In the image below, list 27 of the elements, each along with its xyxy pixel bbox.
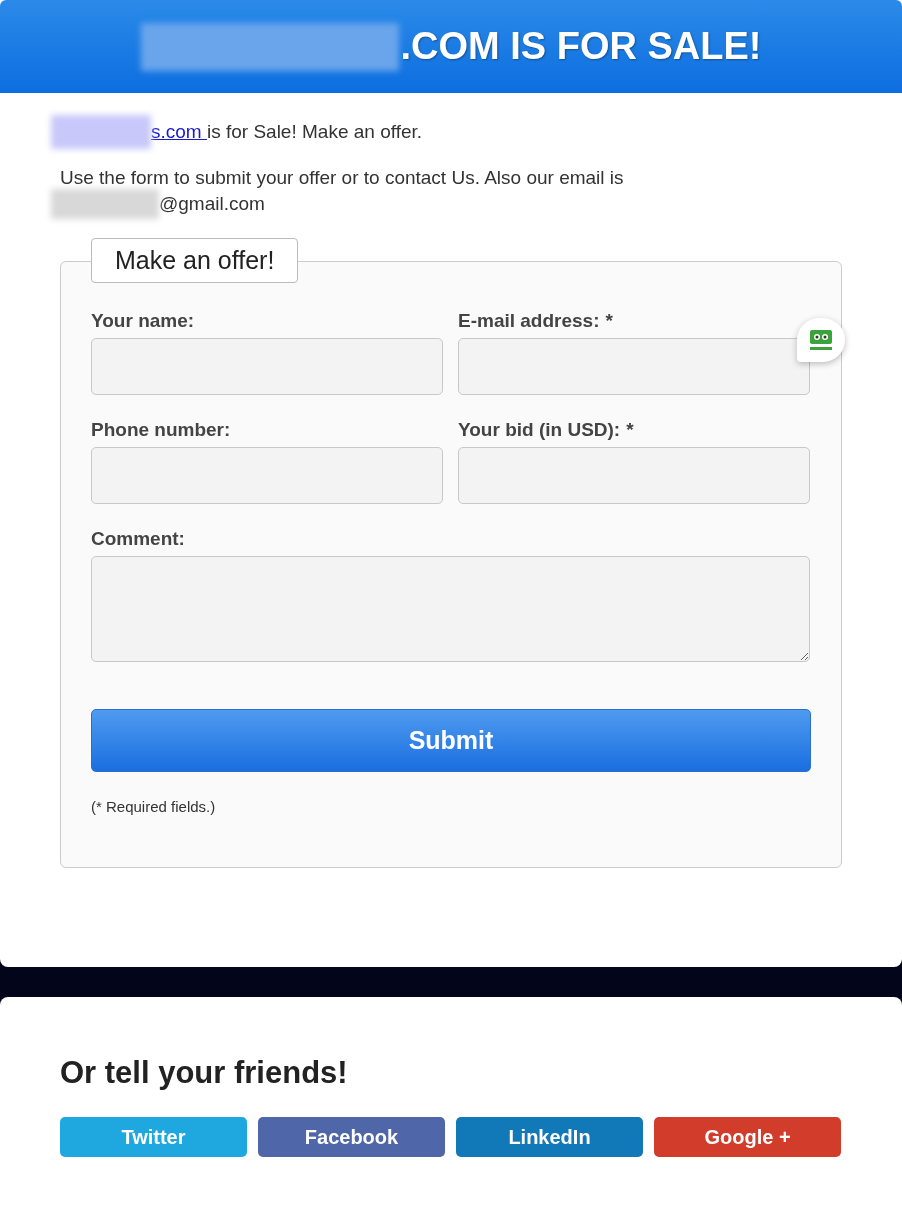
- submit-button[interactable]: Submit: [91, 709, 811, 772]
- field-label: E-mail address:: [458, 310, 600, 332]
- comment-field[interactable]: [91, 556, 810, 662]
- required-mark: *: [626, 419, 634, 441]
- input-field[interactable]: [458, 338, 810, 395]
- email-text: @gmail.com: [159, 193, 265, 215]
- form-legend: Make an offer!: [91, 238, 299, 283]
- field-label: Comment:: [91, 528, 185, 550]
- contact-text: Use the form to submit your offer or to contact Us. Also our email is: [60, 167, 625, 189]
- field-label: Phone number:: [91, 419, 231, 441]
- required-mark: *: [605, 310, 613, 332]
- required-note: (* Required fields.): [91, 798, 217, 815]
- page-title: .COM IS FOR SALE!: [400, 25, 762, 68]
- input-field[interactable]: [458, 447, 810, 504]
- share-heading: Or tell your friends!: [60, 1055, 349, 1091]
- intro-text: is for Sale! Make an offer.: [206, 121, 423, 143]
- input-field[interactable]: [91, 447, 443, 504]
- field-label: Your bid (in USD):: [458, 419, 621, 441]
- share-button[interactable]: Twitter: [60, 1117, 247, 1157]
- robot-icon: [808, 328, 834, 352]
- share-button[interactable]: LinkedIn: [456, 1117, 643, 1157]
- share-button[interactable]: Google +: [654, 1117, 841, 1157]
- input-field[interactable]: [91, 338, 443, 395]
- field-label: Your name:: [91, 310, 195, 332]
- password-manager-badge[interactable]: [797, 318, 845, 362]
- domain-link[interactable]: s.com: [151, 121, 207, 143]
- share-button[interactable]: Facebook: [258, 1117, 445, 1157]
